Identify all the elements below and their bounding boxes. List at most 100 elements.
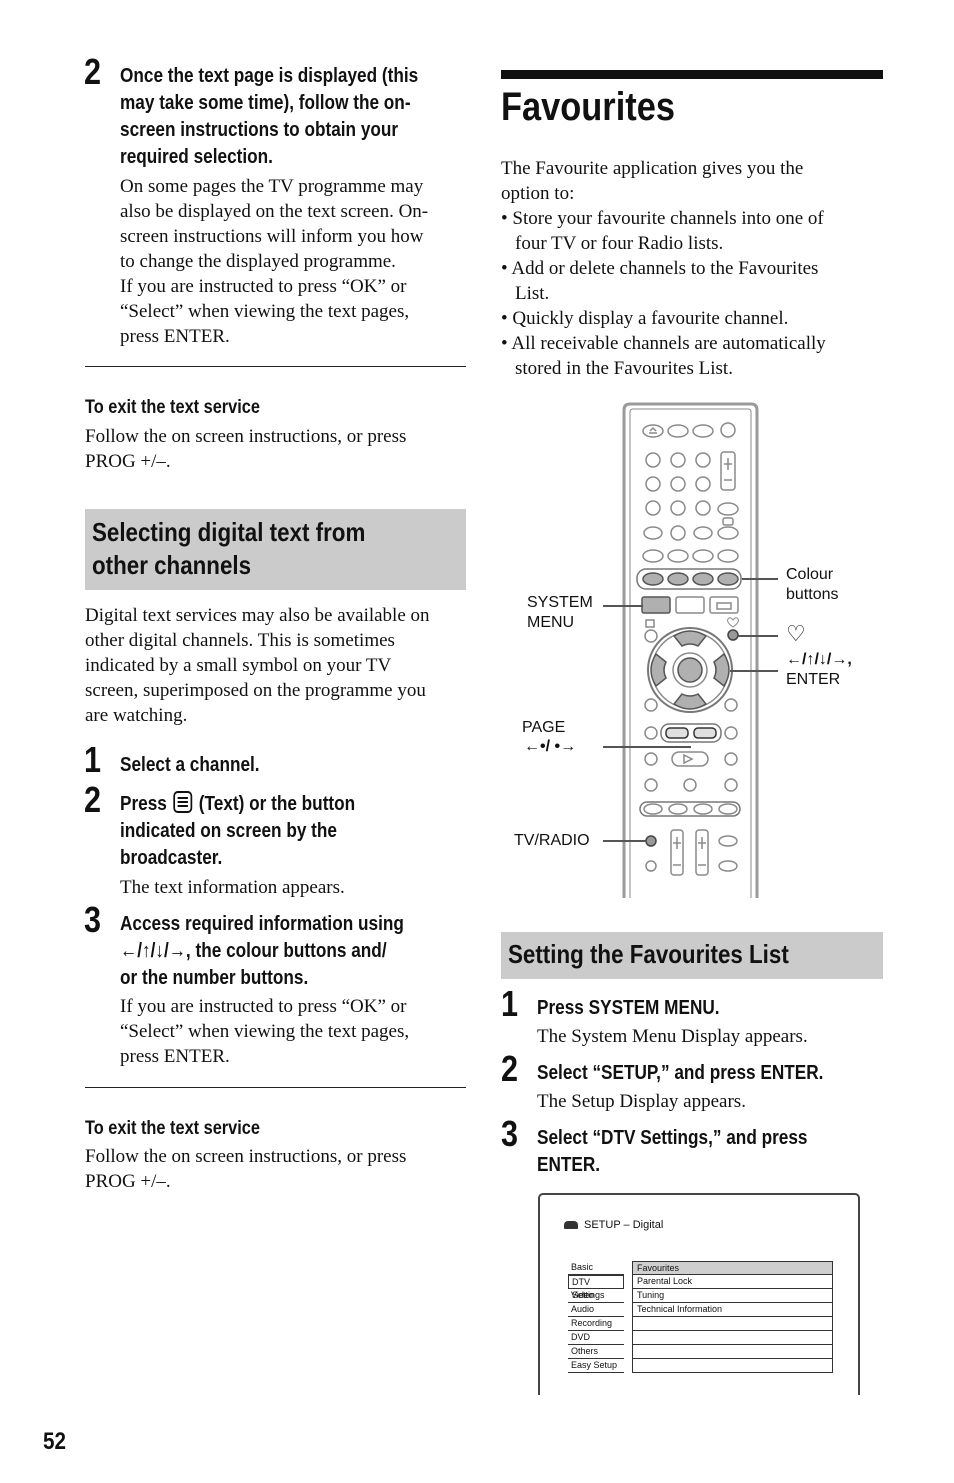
body-line: “Select” when viewing the text pages, — [120, 1021, 410, 1042]
step-number: 1 — [84, 739, 102, 780]
step-number: 2 — [84, 51, 102, 92]
body-line: On some pages the TV programme may — [120, 176, 424, 197]
step-number: 2 — [84, 779, 102, 820]
body-line: PROG +/–. — [85, 1171, 171, 1192]
body-line: Follow the on screen instructions, or pr… — [85, 1146, 407, 1167]
setup-option-item[interactable] — [633, 1331, 833, 1345]
label-page: PAGE — [522, 719, 566, 736]
title-bar-rule — [501, 70, 883, 79]
step-heading: Select “SETUP,” and press ENTER. — [537, 1062, 824, 1084]
setup-option-item[interactable] — [633, 1317, 833, 1331]
setup-category-item[interactable]: DTV Settings — [568, 1275, 624, 1300]
step-number: 3 — [501, 1113, 519, 1154]
heading-line: ENTER. — [537, 1154, 601, 1176]
feature-list: • Store your favourite channels into one… — [501, 206, 881, 381]
leader-line — [742, 578, 778, 580]
section-title: Setting the Favourites List — [508, 939, 789, 969]
body-line: If you are instructed to press “OK” or — [120, 276, 407, 297]
step-number: 2 — [501, 1048, 519, 1089]
step-body: The text information appears. — [120, 875, 345, 900]
page-arrows-label: ←•/ •→ — [524, 738, 577, 755]
body-line: “Select” when viewing the text pages, — [120, 301, 410, 322]
heading-line: may take some time), follow the on- — [120, 92, 411, 114]
setup-option-item[interactable]: Tuning — [633, 1289, 833, 1303]
setup-category-item[interactable]: Easy Setup — [568, 1359, 624, 1373]
list-item: • Quickly display a favourite channel. — [501, 308, 789, 329]
setup-option-item[interactable]: Favourites — [633, 1261, 833, 1275]
setup-category-item[interactable]: Recording — [568, 1317, 624, 1331]
title-line: other channels — [92, 550, 252, 580]
step-heading: Press SYSTEM MENU. — [537, 997, 720, 1019]
exit-heading: To exit the text service — [85, 397, 260, 418]
exit-body: Follow the on screen instructions, or pr… — [85, 1144, 406, 1194]
title-line: Selecting digital text from — [92, 517, 366, 547]
leader-line — [738, 635, 778, 637]
heading-line: required selection. — [120, 146, 273, 168]
step-body: If you are instructed to press “OK” or “… — [120, 994, 409, 1069]
setup-title: SETUP – Digital — [564, 1219, 663, 1232]
label-tv-radio: TV/RADIO — [514, 832, 590, 849]
heading-line: Once the text page is displayed (this — [120, 65, 419, 87]
heart-icon: ♡ — [786, 621, 806, 646]
setup-category-item[interactable]: Others — [568, 1345, 624, 1359]
setup-screen: SETUP – Digital Basic DTV Settings Video Au… — [538, 1193, 860, 1395]
divider — [85, 366, 466, 367]
body-line: press ENTER. — [120, 1046, 230, 1067]
body-line: option to: — [501, 183, 575, 204]
setup-category-item[interactable]: Basic — [568, 1261, 624, 1275]
body-line: Follow the on screen instructions, or pr… — [85, 426, 407, 447]
toolbox-icon — [564, 1221, 578, 1229]
setup-option-item[interactable] — [633, 1359, 833, 1373]
body-line: screen, superimposed on the programme yo… — [85, 680, 426, 701]
body-line: indicated by a small symbol on your TV — [85, 655, 392, 676]
heading-line: indicated on screen by the — [120, 820, 337, 842]
setup-category-item[interactable]: Audio — [568, 1303, 624, 1317]
body-line: Digital text services may also be availa… — [85, 605, 430, 626]
body-line: The text information appears. — [120, 877, 345, 898]
section-title: Selecting digital text from other channe… — [92, 516, 410, 582]
step-heading: Access required information using ←/↑/↓/… — [120, 911, 450, 992]
body-line: PROG +/–. — [85, 451, 171, 472]
label-system-menu: SYSTEM MENU — [527, 594, 593, 631]
heading-line: ←/↑/↓/→, the colour buttons and/ — [120, 940, 387, 962]
list-item: • Store your favourite channels into one… — [501, 208, 824, 254]
label-enter: ENTER — [786, 671, 841, 688]
exit-body: Follow the on screen instructions, or pr… — [85, 424, 406, 474]
step-number: 3 — [84, 899, 102, 940]
text-icon — [173, 791, 193, 813]
body-line: other digital channels. This is sometime… — [85, 630, 395, 651]
page-title: Favourites — [501, 85, 675, 129]
leader-line — [730, 670, 778, 672]
number-keys — [643, 452, 713, 541]
body-line: are watching. — [85, 705, 188, 726]
step-body: On some pages the TV programme may also … — [120, 174, 428, 349]
setup-option-list: Favourites Parental Lock Tuning Technical I… — [632, 1261, 833, 1373]
heading-line: Press (Text) or the button — [120, 791, 356, 815]
label-colour-buttons: Colour buttons — [786, 566, 839, 603]
heading-line: screen instructions to obtain your — [120, 119, 399, 141]
leader-line — [603, 746, 691, 748]
body-line: The Favourite application gives you the — [501, 158, 804, 179]
section-intro: Digital text services may also be availa… — [85, 603, 430, 728]
page-number: 52 — [43, 1428, 66, 1455]
step-body: The System Menu Display appears. — [537, 1026, 808, 1047]
step-heading: Select a channel. — [120, 754, 260, 776]
setup-category-item[interactable]: DVD — [568, 1331, 624, 1345]
body-line: to change the displayed programme. — [120, 251, 396, 272]
intro: The Favourite application gives you the … — [501, 156, 803, 206]
remote-control-illustration — [622, 402, 759, 898]
leader-line — [603, 840, 647, 842]
setup-option-item[interactable]: Parental Lock — [633, 1275, 833, 1289]
step-heading: Select “DTV Settings,” and press ENTER. — [537, 1125, 852, 1179]
heading-line: or the number buttons. — [120, 967, 309, 989]
body-line: screen instructions will inform you how — [120, 226, 424, 247]
body-line: If you are instructed to press “OK” or — [120, 996, 407, 1017]
setup-option-item[interactable]: Technical Information — [633, 1303, 833, 1317]
divider — [85, 1087, 466, 1088]
list-item: • Add or delete channels to the Favourit… — [501, 258, 819, 304]
arrow-keys-label: ←/↑/↓/→, — [786, 651, 852, 668]
step-heading: Once the text page is displayed (this ma… — [120, 63, 467, 171]
setup-option-item[interactable] — [633, 1345, 833, 1359]
step-body: The Setup Display appears. — [537, 1091, 746, 1112]
setup-category-list: Basic DTV Settings Video Audio Recording DVD O… — [568, 1261, 624, 1373]
